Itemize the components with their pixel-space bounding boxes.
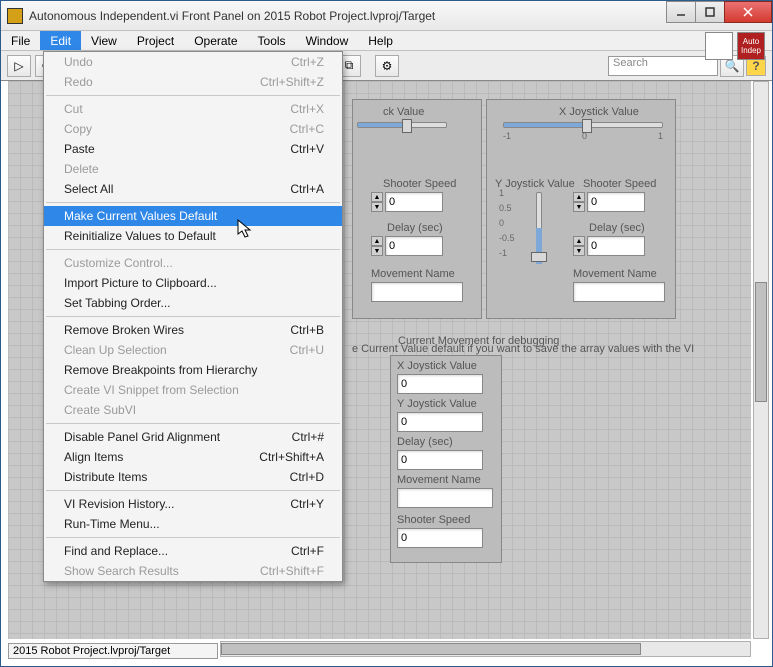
shooter-value-left[interactable]: ▲▼: [371, 192, 443, 212]
menu-item: Customize Control...: [44, 253, 342, 273]
horizontal-scrollbar[interactable]: [220, 641, 751, 657]
menu-item[interactable]: PasteCtrl+V: [44, 139, 342, 159]
menu-item[interactable]: Align ItemsCtrl+Shift+A: [44, 447, 342, 467]
shooter-label-r: Shooter Speed: [583, 178, 656, 190]
application-window: Autonomous Independent.vi Front Panel on…: [0, 0, 773, 667]
menu-view[interactable]: View: [81, 31, 127, 50]
yjoy-slider[interactable]: [531, 192, 547, 264]
movement-name-left[interactable]: [371, 282, 463, 302]
menu-item[interactable]: Make Current Values Default: [44, 206, 342, 226]
menu-item: CutCtrl+X: [44, 99, 342, 119]
delay-value-left[interactable]: ▲▼: [371, 236, 443, 256]
vertical-scrollbar[interactable]: [753, 81, 769, 639]
debug-delay[interactable]: [397, 450, 483, 470]
xjoy-label: ck Value: [383, 106, 424, 118]
xjoy-slider-left[interactable]: [357, 122, 447, 136]
menu-edit[interactable]: Edit: [40, 31, 81, 50]
vi-icon-connector[interactable]: [705, 32, 733, 60]
close-button[interactable]: [724, 1, 772, 23]
window-title: Autonomous Independent.vi Front Panel on…: [29, 9, 667, 23]
menu-item: UndoCtrl+Z: [44, 52, 342, 72]
shooter-label: Shooter Speed: [383, 178, 456, 190]
delay-label-r: Delay (sec): [589, 222, 645, 234]
shooter-value-right[interactable]: ▲▼: [573, 192, 645, 212]
movement-name-label: Movement Name: [371, 268, 455, 280]
maximize-button[interactable]: [695, 1, 725, 23]
vi-type-indicator[interactable]: Auto Indep: [737, 32, 765, 60]
menu-tools[interactable]: Tools: [248, 31, 296, 50]
delay-value-right[interactable]: ▲▼: [573, 236, 645, 256]
menu-help[interactable]: Help: [358, 31, 403, 50]
app-icon: [7, 8, 23, 24]
menu-item[interactable]: Set Tabbing Order...: [44, 293, 342, 313]
search-input[interactable]: Search: [608, 56, 718, 76]
menu-item[interactable]: Distribute ItemsCtrl+D: [44, 467, 342, 487]
status-bar: 2015 Robot Project.lvproj/Target: [8, 643, 218, 659]
menu-item: Show Search ResultsCtrl+Shift+F: [44, 561, 342, 581]
debug-cluster: X Joystick Value Y Joystick Value Delay …: [390, 355, 502, 563]
menu-window[interactable]: Window: [296, 31, 359, 50]
xjoy-label-r: X Joystick Value: [559, 106, 639, 118]
xjoy-slider-right[interactable]: -101: [503, 122, 663, 136]
menu-item[interactable]: Remove Broken WiresCtrl+B: [44, 320, 342, 340]
menu-item: Clean Up SelectionCtrl+U: [44, 340, 342, 360]
menu-project[interactable]: Project: [127, 31, 184, 50]
debug-yjoy[interactable]: [397, 412, 483, 432]
menu-item[interactable]: Find and Replace...Ctrl+F: [44, 541, 342, 561]
menubar: File Edit View Project Operate Tools Win…: [1, 31, 772, 51]
run-button[interactable]: ▷: [7, 55, 31, 77]
menu-item[interactable]: Remove Breakpoints from Hierarchy: [44, 360, 342, 380]
menu-item[interactable]: Disable Panel Grid AlignmentCtrl+#: [44, 427, 342, 447]
menu-item[interactable]: Run-Time Menu...: [44, 514, 342, 534]
menu-file[interactable]: File: [1, 31, 40, 50]
debug-move[interactable]: [397, 488, 493, 508]
debug-xjoy[interactable]: [397, 374, 483, 394]
menu-item: RedoCtrl+Shift+Z: [44, 72, 342, 92]
menu-item[interactable]: Reinitialize Values to Default: [44, 226, 342, 246]
menu-item: Create SubVI: [44, 400, 342, 420]
delay-label: Delay (sec): [387, 222, 443, 234]
menu-item[interactable]: Import Picture to Clipboard...: [44, 273, 342, 293]
movement-name-right[interactable]: [573, 282, 665, 302]
debug-title: Current Movement for debugging: [398, 335, 559, 347]
titlebar: Autonomous Independent.vi Front Panel on…: [1, 1, 772, 31]
settings-button[interactable]: ⚙: [375, 55, 399, 77]
menu-item: CopyCtrl+C: [44, 119, 342, 139]
minimize-button[interactable]: [666, 1, 696, 23]
edit-menu-dropdown: UndoCtrl+ZRedoCtrl+Shift+Z CutCtrl+XCopyC…: [43, 51, 343, 582]
menu-item[interactable]: Select AllCtrl+A: [44, 179, 342, 199]
menu-item: Delete: [44, 159, 342, 179]
cluster-right: X Joystick Value -101 Y Joystick Value 1…: [486, 99, 676, 319]
debug-shooter[interactable]: [397, 528, 483, 548]
menu-operate[interactable]: Operate: [184, 31, 247, 50]
move-label-r: Movement Name: [573, 268, 657, 280]
menu-item[interactable]: VI Revision History...Ctrl+Y: [44, 494, 342, 514]
menu-item: Create VI Snippet from Selection: [44, 380, 342, 400]
cluster-left: ck Value Shooter Speed ▲▼ Delay (sec) ▲▼…: [352, 99, 482, 319]
